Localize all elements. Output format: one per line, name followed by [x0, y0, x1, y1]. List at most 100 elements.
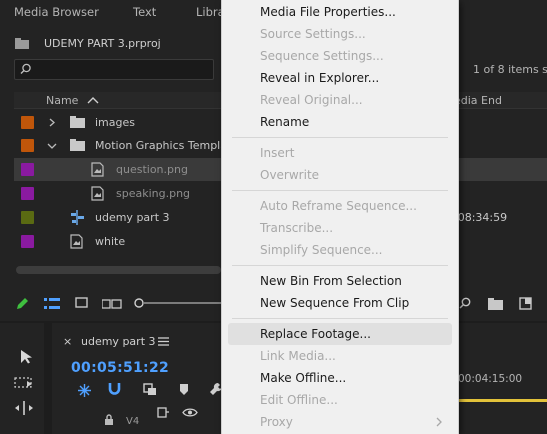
submenu-arrow-icon — [436, 417, 442, 427]
tools-panel — [0, 323, 44, 434]
panel-menu-icon[interactable] — [158, 337, 169, 346]
menu-item-label: New Bin From Selection — [260, 274, 402, 288]
menu-item-label: Replace Footage... — [260, 327, 371, 341]
label-color-swatch[interactable] — [21, 139, 34, 152]
track-label[interactable]: V4 — [126, 416, 139, 427]
items-selected-count: 1 of 8 items sel — [473, 63, 547, 76]
label-color-swatch[interactable] — [21, 163, 34, 176]
selection-tool-icon[interactable] — [20, 349, 32, 364]
menu-item-new-bin-from-selection[interactable]: New Bin From Selection — [228, 270, 452, 292]
menu-item-sequence-settings[interactable]: Sequence Settings... — [228, 45, 452, 67]
item-media-end: :08:34:59 — [454, 211, 508, 224]
list-view-icon[interactable] — [44, 298, 60, 310]
menu-item-label: Reveal Original... — [260, 93, 363, 107]
menu-item-transcribe[interactable]: Transcribe... — [228, 217, 452, 239]
item-name: udemy part 3 — [95, 211, 170, 224]
menu-item-proxy[interactable]: Proxy — [228, 411, 452, 433]
zoom-slider[interactable] — [133, 297, 223, 309]
search-icon — [20, 63, 31, 74]
tab-text[interactable]: Text — [133, 5, 156, 19]
item-name: question.png — [116, 163, 188, 176]
project-search-input[interactable] — [14, 59, 214, 80]
work-area-bar[interactable] — [456, 399, 547, 402]
ruler-time-label: 00:04:15:00 — [458, 373, 523, 385]
nest-icon[interactable] — [78, 384, 91, 397]
folder-icon — [70, 116, 85, 128]
menu-item-link-media[interactable]: Link Media... — [228, 345, 452, 367]
item-name: white — [95, 235, 126, 248]
add-marker-icon[interactable] — [179, 383, 189, 396]
menu-item-edit-offline[interactable]: Edit Offline... — [228, 389, 452, 411]
freeform-view-icon[interactable] — [102, 297, 122, 310]
context-menu: Media File Properties... Source Settings… — [221, 0, 459, 434]
linked-selection-icon[interactable] — [143, 383, 157, 396]
label-color-swatch[interactable] — [21, 116, 34, 129]
toggle-track-output-eye-icon[interactable] — [182, 407, 198, 418]
menu-item-label: Transcribe... — [260, 221, 334, 235]
horizontal-scrollbar[interactable] — [16, 266, 221, 274]
menu-item-label: Edit Offline... — [260, 393, 338, 407]
label-color-swatch[interactable] — [21, 187, 34, 200]
menu-item-rename[interactable]: Rename — [228, 111, 452, 133]
menu-item-media-file-properties[interactable]: Media File Properties... — [228, 1, 452, 23]
menu-item-label: Rename — [260, 115, 310, 129]
chevron-right-icon[interactable] — [48, 118, 56, 127]
item-name: images — [95, 116, 135, 129]
menu-item-label: Media File Properties... — [260, 5, 396, 19]
menu-item-label: New Sequence From Clip — [260, 296, 410, 310]
sync-lock-icon[interactable] — [157, 407, 170, 419]
lock-icon[interactable] — [104, 414, 114, 425]
menu-item-label: Link Media... — [260, 349, 336, 363]
playhead-timecode[interactable]: 00:05:51:22 — [71, 360, 169, 376]
menu-separator — [232, 318, 448, 319]
menu-item-label: Overwrite — [260, 168, 320, 182]
icon-view-icon[interactable] — [75, 297, 88, 310]
menu-item-label: Insert — [260, 146, 295, 160]
new-item-icon[interactable] — [519, 297, 532, 310]
project-file-icon — [15, 38, 29, 49]
folder-icon — [70, 139, 85, 151]
menu-separator — [232, 137, 448, 138]
image-file-icon — [91, 186, 104, 201]
menu-item-label: Source Settings... — [260, 27, 366, 41]
tab-media-browser[interactable]: Media Browser — [14, 5, 99, 19]
menu-item-label: Proxy — [260, 415, 293, 429]
label-color-swatch[interactable] — [21, 235, 34, 248]
menu-item-overwrite[interactable]: Overwrite — [228, 164, 452, 186]
image-file-icon — [91, 162, 104, 177]
chevron-down-icon[interactable] — [47, 142, 57, 150]
menu-item-label: Reveal in Explorer... — [260, 71, 380, 85]
menu-separator — [232, 190, 448, 191]
project-name: UDEMY PART 3.prproj — [44, 37, 161, 50]
menu-item-make-offline[interactable]: Make Offline... — [228, 367, 452, 389]
menu-item-reveal-in-explorer[interactable]: Reveal in Explorer... — [228, 67, 452, 89]
menu-item-replace-footage[interactable]: Replace Footage... — [228, 323, 452, 345]
item-name: Motion Graphics Templat — [95, 139, 232, 152]
pencil-icon[interactable] — [15, 297, 29, 311]
menu-item-label: Simplify Sequence... — [260, 243, 383, 257]
menu-item-new-sequence-from-clip[interactable]: New Sequence From Clip — [228, 292, 452, 314]
menu-item-source-settings[interactable]: Source Settings... — [228, 23, 452, 45]
close-tab-icon[interactable]: × — [63, 335, 72, 348]
track-select-tool-icon[interactable] — [14, 375, 34, 389]
item-name: speaking.png — [116, 187, 191, 200]
menu-item-label: Sequence Settings... — [260, 49, 384, 63]
menu-item-insert[interactable]: Insert — [228, 142, 452, 164]
menu-item-reveal-original[interactable]: Reveal Original... — [228, 89, 452, 111]
image-file-icon — [70, 234, 83, 249]
column-header-media-end[interactable]: edia End — [454, 94, 502, 107]
new-bin-icon[interactable] — [488, 298, 503, 310]
sort-ascending-icon — [87, 97, 99, 104]
column-header-name[interactable]: Name — [46, 94, 99, 107]
menu-item-simplify-sequence[interactable]: Simplify Sequence... — [228, 239, 452, 261]
find-icon[interactable] — [459, 297, 472, 310]
label-color-swatch[interactable] — [21, 211, 34, 224]
ripple-edit-tool-icon[interactable] — [14, 401, 34, 415]
menu-item-label: Make Offline... — [260, 371, 347, 385]
column-header-name-label: Name — [46, 94, 79, 107]
menu-item-label: Auto Reframe Sequence... — [260, 199, 417, 213]
menu-item-auto-reframe-sequence[interactable]: Auto Reframe Sequence... — [228, 195, 452, 217]
menu-separator — [232, 265, 448, 266]
sequence-tab-title[interactable]: udemy part 3 — [81, 335, 156, 348]
snap-magnet-icon[interactable] — [108, 382, 121, 396]
